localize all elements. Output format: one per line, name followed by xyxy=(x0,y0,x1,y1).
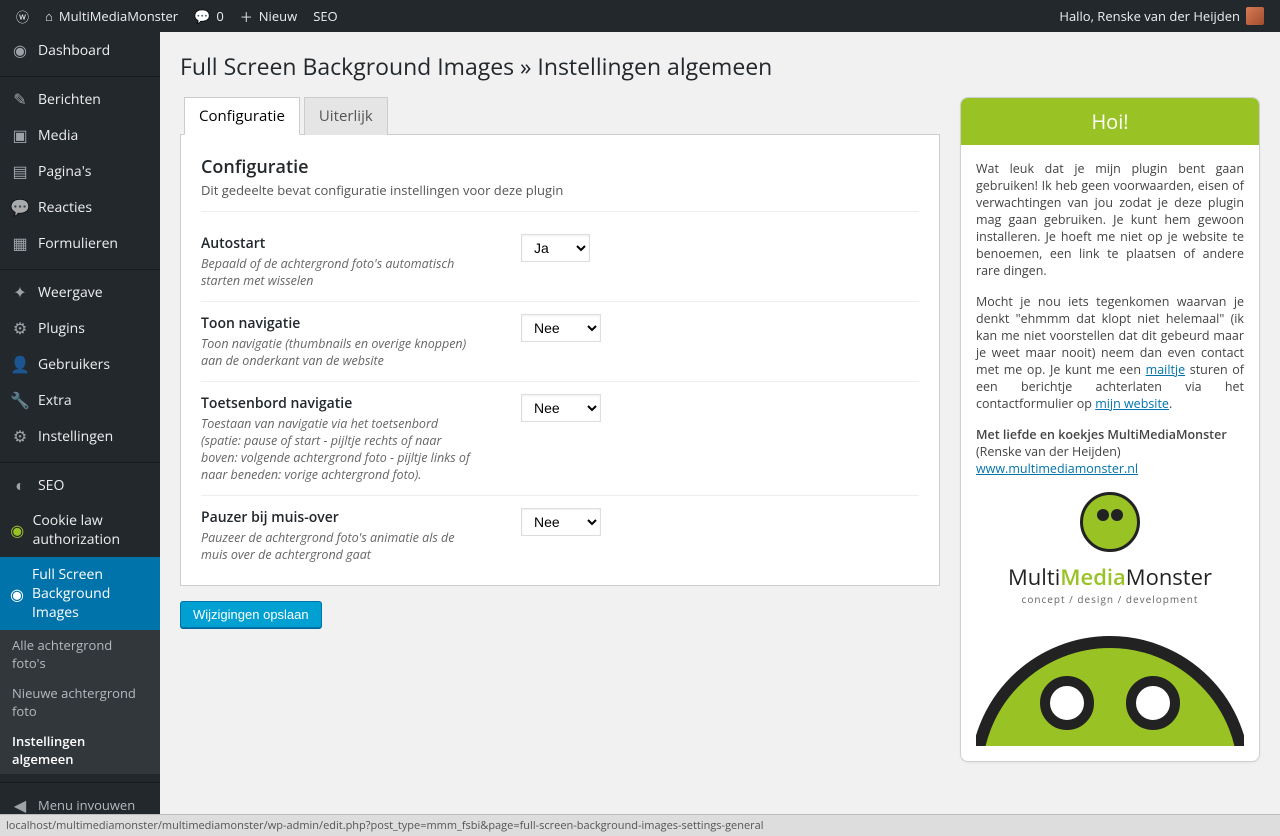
sidebar-item-settings[interactable]: ⚙Instellingen xyxy=(0,418,160,454)
collapse-icon: ◀ xyxy=(10,795,30,815)
submenu-item-all-bg[interactable]: Alle achtergrond foto's xyxy=(0,630,160,678)
sidebar-item-dashboard[interactable]: ◉Dashboard xyxy=(0,32,160,68)
desc-toon-navigatie: Toon navigatie (thumbnails en overige kn… xyxy=(201,335,481,369)
tab-bar: Configuratie Uiterlijk xyxy=(180,97,940,135)
content-wrap: Full Screen Background Images » Instelli… xyxy=(160,32,1280,802)
sidebar-item-plugins[interactable]: ⚙Plugins xyxy=(0,310,160,346)
row-toon-navigatie: Toon navigatie Toon navigatie (thumbnail… xyxy=(201,302,919,382)
label-pauzer-muisover: Pauzer bij muis-over xyxy=(201,508,481,527)
section-desc: Dit gedeelte bevat configuratie instelli… xyxy=(201,181,919,212)
sidebar-item-users[interactable]: 👤Gebruikers xyxy=(0,346,160,382)
site-link[interactable]: www.multimediamonster.nl xyxy=(976,460,1138,477)
desc-toetsenbord-navigatie: Toestaan van navigatie via het toetsenbo… xyxy=(201,415,481,483)
sidebar-item-seo[interactable]: ◐SEO xyxy=(0,467,160,503)
brand-tagline: concept / design / development xyxy=(976,592,1244,606)
plugin-icon: ⚙ xyxy=(10,318,30,338)
select-toetsenbord-navigatie[interactable]: Nee xyxy=(521,394,601,422)
sidebar-item-media[interactable]: ▣Media xyxy=(0,117,160,153)
row-toetsenbord-navigatie: Toetsenbord navigatie Toestaan van navig… xyxy=(201,382,919,496)
sidebar-item-full-screen-bg[interactable]: ◉Full Screen Background Images xyxy=(0,557,160,630)
info-paragraph-1: Wat leuk dat je mijn plugin bent gaan ge… xyxy=(976,160,1244,279)
new-label: Nieuw xyxy=(259,7,297,25)
brand-logo: MultiMediaMonster concept / design / dev… xyxy=(976,492,1244,606)
tab-uiterlijk[interactable]: Uiterlijk xyxy=(304,97,388,135)
sidebar-item-appearance[interactable]: ✦Weergave xyxy=(0,274,160,310)
comments-count: 0 xyxy=(216,7,223,25)
sidebar-item-pages[interactable]: ▤Pagina's xyxy=(0,153,160,189)
media-icon: ▣ xyxy=(10,125,30,145)
brand-large-graphic xyxy=(976,626,1244,746)
status-bar: localhost/multimediamonster/multimediamo… xyxy=(0,814,1280,836)
metabox-title: Hoi! xyxy=(961,98,1259,145)
select-autostart[interactable]: Ja xyxy=(521,234,590,262)
settings-panel: Configuratie Dit gedeelte bevat configur… xyxy=(180,135,940,586)
admin-sidebar: ◉Dashboard ✎Berichten ▣Media ▤Pagina's 💬… xyxy=(0,32,160,836)
brush-icon: ✦ xyxy=(10,282,30,302)
save-button[interactable]: Wijzigingen opslaan xyxy=(180,601,322,628)
comment-icon: 💬 xyxy=(194,7,210,25)
label-autostart: Autostart xyxy=(201,234,481,253)
desc-pauzer-muisover: Pauzeer de achtergrond foto's animatie a… xyxy=(201,529,481,563)
submenu-item-settings-general[interactable]: Instellingen algemeen xyxy=(0,726,160,774)
comments-link[interactable]: 💬0 xyxy=(186,0,232,32)
signature-author: (Renske van der Heijden) xyxy=(976,443,1121,460)
info-paragraph-2: Mocht je nou iets tegenkomen waarvan je … xyxy=(976,293,1244,412)
brand-wordmark: MultiMediaMonster xyxy=(976,562,1244,592)
avatar xyxy=(1246,7,1264,25)
admin-bar: ⓦ ⌂MultiMediaMonster 💬0 ＋Nieuw SEO Hallo… xyxy=(0,0,1280,32)
sidebar-item-forms[interactable]: ▦Formulieren xyxy=(0,225,160,261)
page-icon: ▤ xyxy=(10,161,30,181)
brand-logo-icon xyxy=(1080,492,1140,552)
seo-link[interactable]: SEO xyxy=(305,0,345,32)
submenu-fsbi: Alle achtergrond foto's Nieuwe achtergro… xyxy=(0,630,160,774)
new-content-link[interactable]: ＋ Nieuw xyxy=(232,0,305,32)
wp-logo[interactable]: ⓦ xyxy=(8,0,37,32)
home-icon: ⌂ xyxy=(45,7,53,25)
site-name: MultiMediaMonster xyxy=(59,7,178,25)
comment-icon: 💬 xyxy=(10,197,30,217)
section-title: Configuratie xyxy=(201,155,919,179)
desc-autostart: Bepaald of de achtergrond foto's automat… xyxy=(201,255,481,289)
greeting-text: Hallo, Renske van der Heijden xyxy=(1059,7,1240,25)
row-pauzer-muisover: Pauzer bij muis-over Pauzeer de achtergr… xyxy=(201,496,919,575)
label-toetsenbord-navigatie: Toetsenbord navigatie xyxy=(201,394,481,413)
wrench-icon: 🔧 xyxy=(10,390,30,410)
cookie-icon: ◉ xyxy=(10,520,25,540)
website-link[interactable]: mijn website xyxy=(1095,395,1169,412)
row-autostart: Autostart Bepaald of de achtergrond foto… xyxy=(201,222,919,302)
fsbi-icon: ◉ xyxy=(10,584,24,604)
submenu-item-new-bg[interactable]: Nieuwe achtergrond foto xyxy=(0,678,160,726)
plus-icon: ＋ xyxy=(240,7,253,26)
signature: Met liefde en koekjes MultiMediaMonster(… xyxy=(976,426,1244,477)
settings-icon: ⚙ xyxy=(10,426,30,446)
seo-label: SEO xyxy=(313,7,337,25)
sidebar-item-cookie-law[interactable]: ◉Cookie law authorization xyxy=(0,503,160,557)
user-icon: 👤 xyxy=(10,354,30,374)
select-pauzer-muisover[interactable]: Nee xyxy=(521,508,601,536)
seo-icon: ◐ xyxy=(10,475,30,495)
sidebar-item-tools[interactable]: 🔧Extra xyxy=(0,382,160,418)
page-title: Full Screen Background Images » Instelli… xyxy=(180,52,1260,82)
forms-icon: ▦ xyxy=(10,233,30,253)
sidebar-item-comments[interactable]: 💬Reacties xyxy=(0,189,160,225)
pin-icon: ✎ xyxy=(10,89,30,109)
select-toon-navigatie[interactable]: Nee xyxy=(521,314,601,342)
info-metabox: Hoi! Wat leuk dat je mijn plugin bent ga… xyxy=(960,97,1260,762)
label-toon-navigatie: Toon navigatie xyxy=(201,314,481,333)
dashboard-icon: ◉ xyxy=(10,40,30,60)
wordpress-icon: ⓦ xyxy=(16,7,29,26)
tab-configuratie[interactable]: Configuratie xyxy=(184,97,300,135)
mail-link[interactable]: mailtje xyxy=(1146,361,1185,378)
account-link[interactable]: Hallo, Renske van der Heijden xyxy=(1051,0,1272,32)
site-name-link[interactable]: ⌂ MultiMediaMonster xyxy=(37,0,186,32)
sidebar-item-posts[interactable]: ✎Berichten xyxy=(0,81,160,117)
signature-love: Met liefde en koekjes MultiMediaMonster xyxy=(976,426,1227,443)
